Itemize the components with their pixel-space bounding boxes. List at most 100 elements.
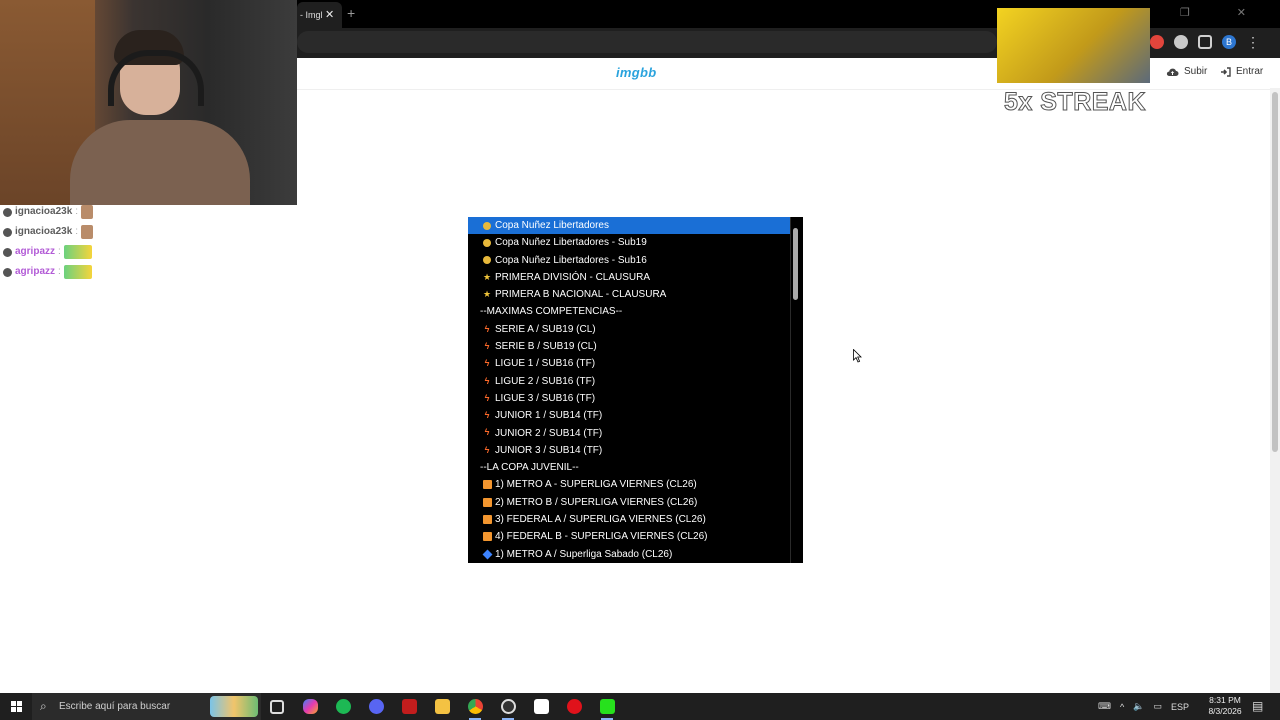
dropdown-option-label: SERIE A / SUB19 (CL) xyxy=(495,323,596,335)
file-explorer-icon[interactable] xyxy=(431,696,453,718)
discord-icon[interactable] xyxy=(365,696,387,718)
medal-icon xyxy=(481,234,493,251)
network-icon[interactable]: ▭ xyxy=(1153,701,1162,712)
taskbar-clock[interactable]: 8:31 PM 8/3/2026 xyxy=(1205,695,1245,717)
login-button[interactable]: Entrar xyxy=(1220,66,1263,77)
dropdown-group-header: --MAXIMAS COMPETENCIAS-- xyxy=(468,303,790,320)
extension-icons: B ⋮ xyxy=(1150,33,1260,51)
streak-gif xyxy=(997,8,1150,83)
copilot-icon[interactable] xyxy=(299,696,321,718)
login-label: Entrar xyxy=(1236,66,1264,77)
search-icon: ⌕ xyxy=(40,699,47,713)
browser-menu-icon[interactable]: ⋮ xyxy=(1246,35,1260,49)
star-icon: ★ xyxy=(482,271,492,282)
bolt-icon: ϟ xyxy=(484,427,490,438)
chevron-up-icon[interactable]: ^ xyxy=(1120,702,1124,712)
dropdown-option[interactable]: 1) METRO A - SUPERLIGA VIERNES (CL26) xyxy=(468,476,790,493)
spotify-icon[interactable] xyxy=(332,696,354,718)
chat-badge-icon xyxy=(3,267,12,277)
dropdown-option[interactable]: ★ PRIMERA B NACIONAL - CLAUSURA xyxy=(468,286,790,303)
dropdown-option[interactable]: ϟ SERIE A / SUB19 (CL) xyxy=(468,321,790,338)
volume-icon[interactable]: 🔈 xyxy=(1133,701,1144,712)
dropdown-option-label: Copa Nuñez Libertadores xyxy=(495,220,609,231)
bolt-icon: ϟ xyxy=(484,340,490,351)
dropdown-scrollbar-thumb[interactable] xyxy=(793,228,798,300)
square-icon xyxy=(481,528,493,545)
medal-icon xyxy=(481,252,493,269)
chat-username: agripazz xyxy=(15,266,56,277)
site-logo[interactable]: imgbb xyxy=(616,65,657,80)
dropdown-option[interactable]: 3) FEDERAL A / SUPERLIGA VIERNES (CL26) xyxy=(468,511,790,528)
search-highlight-image[interactable] xyxy=(210,696,258,717)
voicemeeter-icon[interactable] xyxy=(398,696,420,718)
dropdown-option-label: 2) METRO B / SUPERLIGA VIERNES (CL26) xyxy=(495,496,698,508)
dropdown-option-label: PRIMERA DIVISIÓN - CLAUSURA xyxy=(495,271,651,283)
dropdown-option-label: LIGUE 1 / SUB16 (TF) xyxy=(495,358,596,370)
dropdown-option-label: --LA COPA JUVENIL-- xyxy=(480,462,579,474)
extensions-puzzle-icon[interactable] xyxy=(1198,35,1212,49)
system-tray: ⌨ ^ 🔈 ▭ ESP xyxy=(1098,693,1189,720)
chat-username: agripazz xyxy=(15,246,56,257)
dropdown-option-label: JUNIOR 1 / SUB14 (TF) xyxy=(495,410,603,422)
dropdown-option[interactable]: 4) FEDERAL B - SUPERLIGA VIERNES (CL26) xyxy=(468,528,790,545)
clock-date: 8/3/2026 xyxy=(1208,706,1242,716)
bolt-icon: ϟ xyxy=(484,444,490,455)
diamond-icon xyxy=(481,546,493,563)
medal-icon xyxy=(481,217,493,234)
profile-avatar-icon[interactable]: B xyxy=(1222,35,1236,49)
dropdown-option-label: 1) METRO A / Superliga Sabado (CL26) xyxy=(495,548,673,560)
dropdown-option-label: 3) FEDERAL A / SUPERLIGA VIERNES (CL26) xyxy=(495,514,706,526)
extension-red-icon[interactable] xyxy=(1150,35,1164,49)
chrome-icon[interactable] xyxy=(464,696,486,720)
chat-emote-icon xyxy=(81,205,94,219)
page-scrollbar-thumb[interactable] xyxy=(1272,92,1278,452)
upload-button[interactable]: Subir xyxy=(1166,66,1207,77)
language-indicator[interactable]: ESP xyxy=(1171,702,1189,712)
dropdown-option[interactable]: 2) METRO B / SUPERLIGA VIERNES (CL26) xyxy=(468,494,790,511)
opera-icon[interactable] xyxy=(563,696,585,718)
chat-emote-icon xyxy=(63,245,92,259)
dropdown-option[interactable]: ϟ LIGUE 2 / SUB16 (TF) xyxy=(468,373,790,390)
bolt-icon: ϟ xyxy=(484,375,490,386)
keyboard-icon[interactable]: ⌨ xyxy=(1098,701,1111,712)
category-dropdown-list[interactable]: Copa Nuñez Libertadores Copa Nuñez Libert… xyxy=(468,217,802,563)
obs-icon[interactable] xyxy=(497,696,519,720)
dropdown-option[interactable]: ϟ SERIE B / SUB19 (CL) xyxy=(468,338,790,355)
kick-icon[interactable] xyxy=(596,696,618,720)
extension-play-icon[interactable] xyxy=(1174,35,1188,49)
chat-message: ignacioa23k: xyxy=(3,202,94,222)
capcut-icon[interactable] xyxy=(530,696,552,718)
dropdown-option[interactable]: ϟ LIGUE 3 / SUB16 (TF) xyxy=(468,390,790,407)
notifications-icon[interactable]: ▤ xyxy=(1252,699,1263,713)
chat-badge-icon xyxy=(3,247,12,257)
dropdown-option[interactable]: Copa Nuñez Libertadores - Sub16 xyxy=(468,252,790,269)
bolt-icon: ϟ xyxy=(484,323,490,334)
dropdown-option[interactable]: Copa Nuñez Libertadores - Sub19 xyxy=(468,234,790,251)
browser-tab[interactable]: - Imgl ✕ xyxy=(297,2,342,28)
dropdown-option[interactable]: ϟ JUNIOR 3 / SUB14 (TF) xyxy=(468,442,790,459)
dropdown-option[interactable]: 1) METRO A / Superliga Sabado (CL26) xyxy=(468,546,790,563)
dropdown-option[interactable]: ϟ LIGUE 1 / SUB16 (TF) xyxy=(468,355,790,372)
square-icon xyxy=(481,476,493,493)
task-view-icon[interactable] xyxy=(266,696,288,718)
webcam-overlay xyxy=(0,0,297,205)
chat-separator: : xyxy=(75,226,79,237)
tab-close-icon[interactable]: ✕ xyxy=(325,2,334,28)
chat-separator: : xyxy=(58,246,61,257)
tab-label: - Imgl xyxy=(300,10,323,20)
dropdown-option[interactable]: ϟ JUNIOR 2 / SUB14 (TF) xyxy=(468,425,790,442)
address-bar[interactable] xyxy=(297,31,997,53)
windows-icon xyxy=(10,701,22,712)
bolt-icon: ϟ xyxy=(484,392,490,403)
dropdown-option-label: JUNIOR 3 / SUB14 (TF) xyxy=(495,444,603,456)
start-button[interactable] xyxy=(0,693,32,720)
dropdown-option[interactable]: ★ PRIMERA DIVISIÓN - CLAUSURA xyxy=(468,269,790,286)
chat-message: agripazz: xyxy=(3,262,93,282)
chat-separator: : xyxy=(75,206,79,217)
dropdown-option[interactable]: ϟ JUNIOR 1 / SUB14 (TF) xyxy=(468,407,790,424)
dropdown-option-label: Copa Nuñez Libertadores - Sub19 xyxy=(495,237,647,249)
dropdown-option[interactable]: Copa Nuñez Libertadores xyxy=(468,217,790,235)
dropdown-option-label: JUNIOR 2 / SUB14 (TF) xyxy=(495,427,603,439)
chat-emote-icon xyxy=(63,265,92,279)
new-tab-button[interactable]: + xyxy=(347,5,355,21)
